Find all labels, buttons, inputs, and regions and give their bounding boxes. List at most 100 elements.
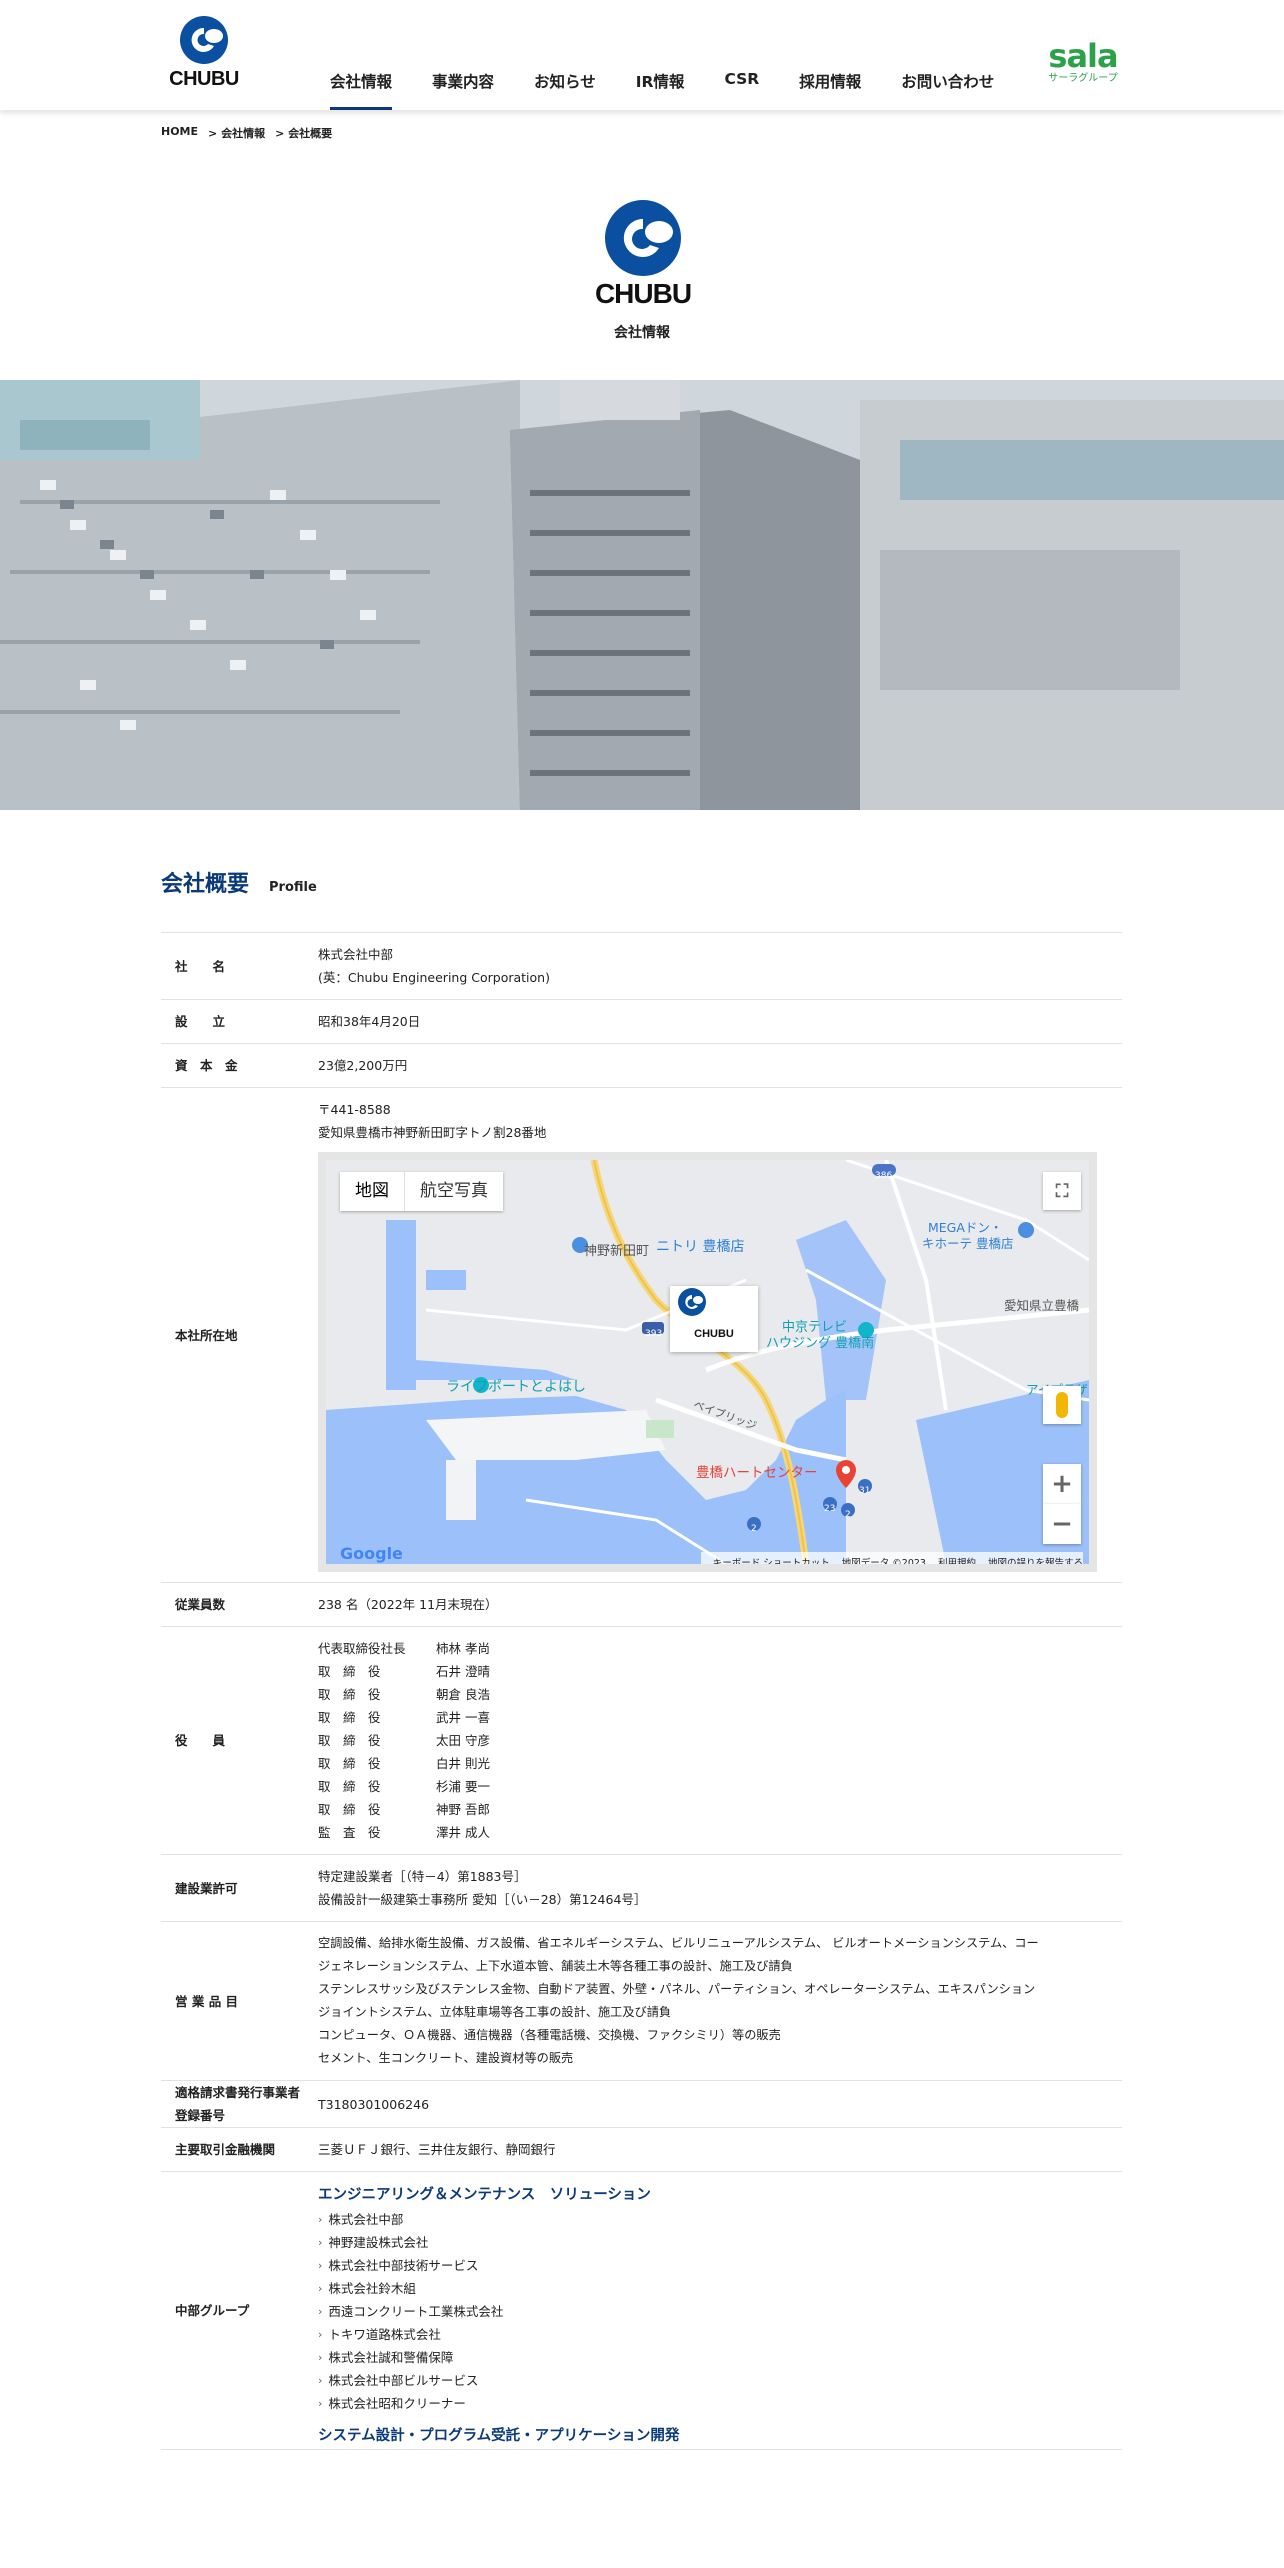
road-23: 23 (824, 1504, 836, 1514)
business-line: セメント、生コンクリート、建設資材等の販売 (318, 2051, 574, 2065)
group-company-link[interactable]: › 神野建設株式会社 (318, 2231, 1122, 2254)
map-label-nitori[interactable]: ニトリ 豊橋店 (656, 1236, 744, 1259)
group-company-link[interactable]: › トキワ道路株式会社 (318, 2323, 1122, 2346)
officer-role: 監 査 役 (318, 1825, 381, 1840)
map-label-prefhall[interactable]: 愛知県立豊橋 (1004, 1294, 1079, 1317)
map-shortcuts-link[interactable]: キーボード ショートカット (713, 1552, 830, 1564)
group-company-link[interactable]: › 株式会社昭和クリーナー (318, 2392, 1122, 2415)
nav-news[interactable]: お知らせ (534, 56, 596, 110)
officer-name: 白井 則光 (436, 1756, 490, 1771)
officer-name: 神野 吾郎 (436, 1802, 490, 1817)
map-tab-satellite[interactable]: 航空写真 (405, 1172, 503, 1211)
row-founded: 設 立 昭和38年4月20日 (161, 999, 1122, 1044)
chevron-right-icon: › (318, 2236, 323, 2249)
road-393: 393 (645, 1329, 663, 1339)
breadcrumb-home[interactable]: HOME (161, 125, 198, 141)
value-license: 特定建設業者［（特－4）第1883号］ 設備設計一級建築士事務所 愛知［（い－2… (318, 1854, 1122, 1922)
group-company-link[interactable]: › 株式会社中部技術サービス (318, 2254, 1122, 2277)
officer-row: 監 査 役 澤井 成人 (318, 1821, 1122, 1844)
label-invoice-line-2: 登録番号 (175, 2108, 226, 2123)
map-report-link[interactable]: 地図の誤りを報告する (988, 1552, 1083, 1564)
officer-role: 取 締 役 (318, 1710, 381, 1725)
group-heading-2: システム設計・プログラム受託・アプリケーション開発 (318, 2428, 680, 2444)
company-name: 株式会社中部 (318, 947, 394, 962)
nav-contact[interactable]: お問い合わせ (901, 56, 994, 110)
zoom-in-button[interactable]: + (1043, 1464, 1081, 1504)
hero-logo-text: CHUBU (594, 278, 692, 309)
group-company-name: 株式会社中部ビルサービス (328, 2373, 479, 2388)
road-2a: 2 (845, 1510, 851, 1520)
group-company-name: 西遠コンクリート工業株式会社 (328, 2304, 504, 2319)
marker-logo-text: CHUBU (694, 1328, 734, 1340)
map-type-tabs: 地図 航空写真 (340, 1172, 503, 1211)
officer-name: 朝倉 良浩 (436, 1687, 490, 1702)
nav-company[interactable]: 会社情報 (330, 56, 393, 110)
group-company-name: 神野建設株式会社 (328, 2235, 429, 2250)
label-officers: 役 員 (161, 1626, 318, 1855)
map-label-mega-2[interactable]: キホーテ 豊橋店 (922, 1232, 1013, 1255)
officer-row: 取 締 役 杉浦 要一 (318, 1775, 1122, 1798)
breadcrumb: HOME > 会社情報 > 会社概要 (161, 125, 342, 141)
nav-csr[interactable]: CSR (724, 56, 759, 110)
officer-role: 取 締 役 (318, 1687, 381, 1702)
group-company-link[interactable]: › 株式会社誠和警備保障 (318, 2346, 1122, 2369)
chubu-logo[interactable]: CHUBU (160, 14, 248, 90)
nav-recruit[interactable]: 採用情報 (799, 56, 861, 110)
section-subtitle: Profile (269, 880, 317, 895)
page-title: 会社情報 (614, 325, 670, 341)
label-company: 社 名 (161, 932, 318, 1000)
chevron-right-icon: › (318, 2305, 323, 2318)
breadcrumb-current: > 会社概要 (275, 127, 333, 140)
google-map[interactable]: 神野新田町 ニトリ 豊橋店 MEGAドン・ キホーテ 豊橋店 中京テレビ ハウジ… (318, 1152, 1097, 1572)
map-label-chukyo-2[interactable]: ハウジング 豊橋南 (766, 1332, 874, 1355)
google-logo[interactable]: Google (340, 1542, 403, 1564)
road-386: 386 (875, 1171, 893, 1181)
officer-role: 取 締 役 (318, 1733, 381, 1748)
chubu-map-marker[interactable]: CHUBU (670, 1286, 758, 1352)
officer-name: 杉浦 要一 (436, 1779, 490, 1794)
nav-business[interactable]: 事業内容 (432, 56, 494, 110)
officer-name: 石井 澄晴 (436, 1664, 490, 1679)
officer-role: 取 締 役 (318, 1756, 381, 1771)
row-officers: 役 員 代表取締役社長 柿林 孝尚 取 締 役石井 澄晴 取 締 役朝倉 良浩 取… (161, 1626, 1122, 1855)
map-terms-link[interactable]: 利用規約 (938, 1552, 976, 1564)
map-tab-map[interactable]: 地図 (340, 1172, 405, 1211)
value-officers: 代表取締役社長 柿林 孝尚 取 締 役石井 澄晴 取 締 役朝倉 良浩 取 締 役… (318, 1626, 1122, 1855)
row-business: 営 業 品 目 空調設備、給排水衛生設備、ガス設備、省エネルギーシステム、ビルリ… (161, 1921, 1122, 2081)
label-license: 建設業許可 (161, 1854, 318, 1922)
chevron-right-icon: › (318, 2328, 323, 2341)
row-capital: 資 本 金 23億2,200万円 (161, 1043, 1122, 1088)
fullscreen-button[interactable]: ⛶ (1043, 1172, 1081, 1210)
officer-role: 取 締 役 (318, 1802, 381, 1817)
group-company-link[interactable]: › 株式会社鈴木組 (318, 2277, 1122, 2300)
officer-row: 取 締 役 石井 澄晴 (318, 1660, 1122, 1683)
postal-code: 〒441-8588 (318, 1102, 391, 1117)
map-label-lifeport[interactable]: ライフポートとよはし (446, 1376, 586, 1399)
value-group: エンジニアリング＆メンテナンス ソリューション › 株式会社中部 › 神野建設株式会… (318, 2171, 1122, 2450)
group-company-link[interactable]: › 株式会社中部ビルサービス (318, 2369, 1122, 2392)
group-company-link[interactable]: › 株式会社中部 (318, 2208, 1122, 2231)
group-company-name: 株式会社昭和クリーナー (328, 2396, 466, 2411)
chevron-right-icon: › (318, 2213, 323, 2226)
label-banks: 主要取引金融機関 (161, 2127, 318, 2172)
zoom-out-button[interactable]: − (1043, 1504, 1081, 1544)
group-company-name: 株式会社誠和警備保障 (328, 2350, 454, 2365)
group-company-name: トキワ道路株式会社 (328, 2327, 441, 2342)
group-company-link[interactable]: › 西遠コンクリート工業株式会社 (318, 2300, 1122, 2323)
chevron-right-icon: › (318, 2259, 323, 2272)
road-31: 31 (859, 1486, 871, 1496)
profile-table: 社 名 株式会社中部 (英：Chubu Engineering Corporat… (161, 932, 1122, 2450)
officer-row: 取 締 役 朝倉 良浩 (318, 1683, 1122, 1706)
breadcrumb-company[interactable]: > 会社情報 (208, 125, 265, 141)
group-heading: エンジニアリング＆メンテナンス ソリューション (318, 2187, 651, 2203)
sala-group-logo[interactable]: sala サーラグループ (1046, 40, 1120, 86)
row-banks: 主要取引金融機関 三菱ＵＦＪ銀行、三井住友銀行、静岡銀行 (161, 2127, 1122, 2172)
value-company: 株式会社中部 (英：Chubu Engineering Corporation) (318, 932, 1122, 1000)
business-line: 空調設備、給排水衛生設備、ガス設備、省エネルギーシステム、ビルリニューアルシステ… (318, 1936, 1039, 1950)
map-data-credit: 地図データ ©2023 (841, 1558, 926, 1569)
nav-ir[interactable]: IR情報 (636, 56, 685, 110)
sala-logo-word: sala (1048, 37, 1118, 75)
officer-row: 代表取締役社長 柿林 孝尚 (318, 1637, 1122, 1660)
pegman-icon[interactable] (1043, 1386, 1081, 1424)
map-label-heart[interactable]: 豊橋ハートセンター (696, 1462, 818, 1485)
